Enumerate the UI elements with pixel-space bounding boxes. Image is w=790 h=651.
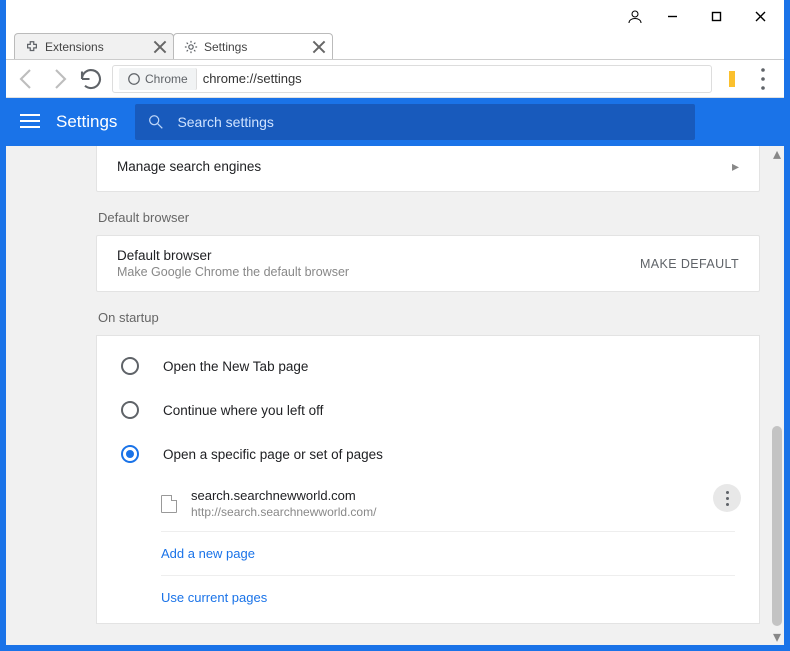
startup-option-specific[interactable]: Open a specific page or set of pages	[97, 432, 759, 476]
section-heading-default: Default browser	[98, 210, 758, 225]
radio-label: Open a specific page or set of pages	[163, 447, 383, 462]
omnibox-chip-label: Chrome	[145, 72, 188, 86]
search-icon	[147, 113, 165, 131]
browser-toolbar: Chrome chrome://settings	[6, 60, 784, 98]
scrollbar-thumb[interactable]	[772, 426, 782, 626]
settings-title: Settings	[56, 112, 117, 132]
maximize-button[interactable]	[694, 1, 738, 31]
tab-label: Extensions	[45, 40, 104, 54]
startup-option-continue[interactable]: Continue where you left off	[97, 388, 759, 432]
forward-button[interactable]	[44, 64, 74, 94]
extension-indicator[interactable]	[718, 71, 746, 87]
row-label: Manage search engines	[117, 159, 261, 174]
close-icon[interactable]	[153, 40, 167, 54]
omnibox-url: chrome://settings	[203, 71, 705, 86]
make-default-button[interactable]: MAKE DEFAULT	[640, 257, 739, 271]
default-browser-row: Default browser Make Google Chrome the d…	[97, 236, 759, 291]
tab-strip: Extensions Settings	[6, 32, 784, 60]
startup-page-item: search.searchnewworld.com http://search.…	[161, 476, 735, 532]
page-icon	[161, 495, 177, 513]
site-chip: Chrome	[119, 68, 197, 90]
radio-label: Open the New Tab page	[163, 359, 308, 374]
more-actions-button[interactable]	[713, 484, 741, 512]
radio-label: Continue where you left off	[163, 403, 323, 418]
settings-content: Manage search engines ▸ Default browser …	[6, 146, 784, 645]
tab-label: Settings	[204, 40, 247, 54]
window-titlebar	[6, 0, 784, 32]
account-icon[interactable]	[626, 8, 644, 31]
gear-icon	[184, 40, 198, 54]
settings-search-input[interactable]: Search settings	[135, 104, 695, 140]
default-browser-title: Default browser	[117, 248, 349, 263]
scroll-down-icon[interactable]: ▾	[770, 629, 784, 645]
manage-search-engines-row[interactable]: Manage search engines ▸	[97, 146, 759, 191]
chevron-right-icon: ▸	[732, 158, 739, 175]
radio-icon	[121, 357, 139, 375]
close-window-button[interactable]	[738, 1, 782, 31]
scroll-up-icon[interactable]: ▴	[770, 146, 784, 162]
settings-header: Settings Search settings	[6, 98, 784, 146]
address-bar[interactable]: Chrome chrome://settings	[112, 65, 712, 93]
tab-settings[interactable]: Settings	[173, 33, 333, 59]
use-current-pages-link[interactable]: Use current pages	[161, 576, 735, 619]
close-icon[interactable]	[312, 40, 326, 54]
add-new-page-link[interactable]: Add a new page	[161, 532, 735, 576]
back-button[interactable]	[12, 64, 42, 94]
radio-icon	[121, 445, 139, 463]
chrome-menu-button[interactable]	[748, 64, 778, 94]
hamburger-menu-icon[interactable]	[18, 110, 42, 134]
default-browser-sub: Make Google Chrome the default browser	[117, 265, 349, 279]
startup-page-title: search.searchnewworld.com	[191, 488, 376, 503]
search-placeholder: Search settings	[177, 114, 274, 130]
tab-extensions[interactable]: Extensions	[14, 33, 174, 59]
startup-option-newtab[interactable]: Open the New Tab page	[97, 344, 759, 388]
section-heading-startup: On startup	[98, 310, 758, 325]
reload-button[interactable]	[76, 64, 106, 94]
vertical-scrollbar[interactable]: ▴ ▾	[770, 146, 784, 645]
startup-page-url: http://search.searchnewworld.com/	[191, 505, 376, 519]
minimize-button[interactable]	[650, 1, 694, 31]
puzzle-icon	[25, 40, 39, 54]
radio-icon	[121, 401, 139, 419]
